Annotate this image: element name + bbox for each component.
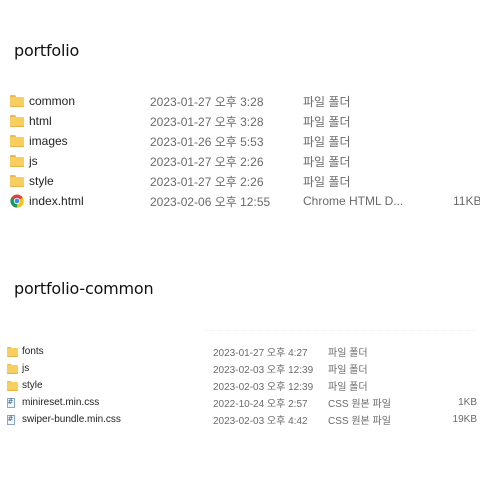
file-row-common[interactable]: common 2023-01-27 오후 3:28 파일 폴더 — [0, 91, 480, 111]
file-size: 11KB — [453, 194, 480, 208]
file-date: 2023-02-03 오후 12:39 — [213, 365, 314, 376]
divider — [205, 330, 475, 332]
file-row-style[interactable]: style 2023-02-03 오후 12:39 파일 폴더 — [0, 377, 480, 394]
file-row-html[interactable]: html 2023-01-27 오후 3:28 파일 폴더 — [0, 111, 480, 131]
file-name: js — [29, 154, 38, 168]
file-name: style — [29, 174, 54, 188]
file-date: 2023-02-03 오후 12:39 — [213, 382, 314, 393]
file-type: Chrome HTML D... — [303, 194, 404, 208]
file-date: 2023-01-27 오후 3:28 — [150, 94, 264, 109]
file-row-fonts[interactable]: fonts 2023-01-27 오후 4:27 파일 폴더 — [0, 343, 480, 360]
section-title-portfolio: portfolio — [14, 41, 80, 60]
file-type: 파일 폴더 — [303, 154, 351, 169]
file-type: 파일 폴더 — [303, 174, 351, 189]
css-file-icon — [7, 414, 15, 425]
section-title-portfolio-common: portfolio-common — [14, 279, 154, 298]
file-date: 2023-01-27 오후 4:27 — [213, 348, 308, 359]
file-row-images[interactable]: images 2023-01-26 오후 5:53 파일 폴더 — [0, 131, 480, 151]
file-name: images — [29, 134, 68, 148]
folder-icon — [7, 363, 18, 374]
folder-icon — [10, 135, 24, 147]
file-name: style — [22, 380, 43, 391]
file-row-swiper-bundle-css[interactable]: swiper-bundle.min.css 2023-02-03 오후 4:42… — [0, 411, 480, 428]
file-name: fonts — [22, 346, 44, 357]
file-type: 파일 폴더 — [303, 114, 351, 129]
file-type: CSS 원본 파일 — [328, 416, 391, 427]
file-date: 2023-01-27 오후 3:28 — [150, 114, 264, 129]
file-name: index.html — [29, 194, 84, 208]
chrome-icon — [10, 194, 24, 208]
file-date: 2022-10-24 오후 2:57 — [213, 399, 308, 410]
file-type: 파일 폴더 — [303, 94, 351, 109]
file-name: js — [22, 363, 30, 374]
file-name: html — [29, 114, 52, 128]
file-name: swiper-bundle.min.css — [22, 414, 121, 425]
css-file-icon — [7, 397, 15, 408]
file-date: 2023-02-06 오후 12:55 — [150, 194, 271, 209]
folder-icon — [7, 380, 18, 391]
file-row-js[interactable]: js 2023-02-03 오후 12:39 파일 폴더 — [0, 360, 480, 377]
file-type: 파일 폴더 — [328, 348, 368, 359]
file-size: 19KB — [452, 414, 477, 425]
file-date: 2023-01-27 오후 2:26 — [150, 174, 264, 189]
file-row-minireset-css[interactable]: minireset.min.css 2022-10-24 오후 2:57 CSS… — [0, 394, 480, 411]
file-row-index-html[interactable]: index.html 2023-02-06 오후 12:55 Chrome HT… — [0, 191, 480, 211]
folder-icon — [10, 155, 24, 167]
file-type: 파일 폴더 — [303, 134, 351, 149]
file-date: 2023-02-03 오후 4:42 — [213, 416, 308, 427]
file-date: 2023-01-26 오후 5:53 — [150, 134, 264, 149]
file-row-js[interactable]: js 2023-01-27 오후 2:26 파일 폴더 — [0, 151, 480, 171]
file-type: 파일 폴더 — [328, 365, 368, 376]
file-name: common — [29, 94, 76, 108]
file-row-style[interactable]: style 2023-01-27 오후 2:26 파일 폴더 — [0, 171, 480, 191]
folder-icon — [10, 175, 24, 187]
file-name: minireset.min.css — [22, 397, 100, 408]
folder-icon — [10, 115, 24, 127]
file-date: 2023-01-27 오후 2:26 — [150, 154, 264, 169]
file-type: 파일 폴더 — [328, 382, 368, 393]
folder-icon — [10, 95, 24, 107]
file-type: CSS 원본 파일 — [328, 399, 391, 410]
file-size: 1KB — [458, 397, 477, 408]
folder-icon — [7, 346, 18, 357]
